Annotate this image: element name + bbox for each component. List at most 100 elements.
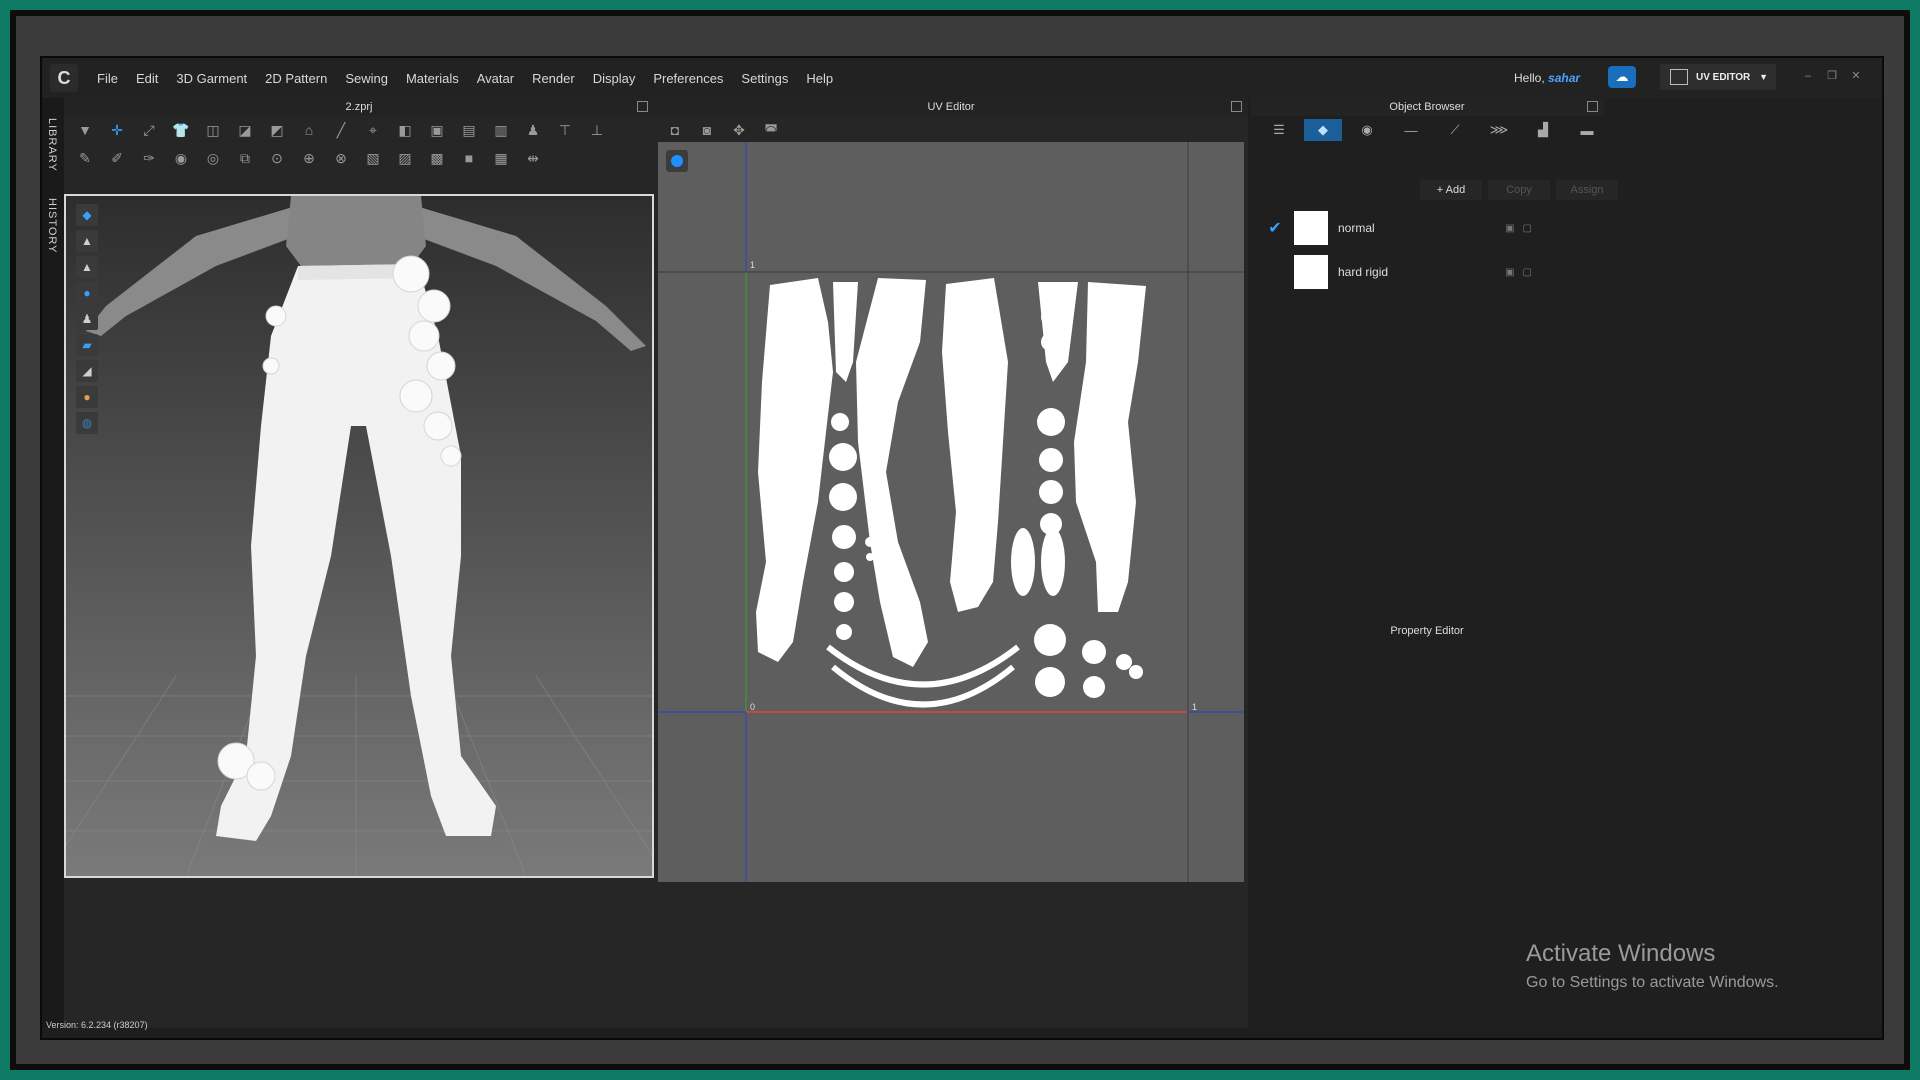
menu-avatar[interactable]: Avatar bbox=[468, 71, 523, 86]
fold-arrange-icon[interactable]: ◪ bbox=[232, 119, 258, 141]
fabric-tab-icon[interactable]: ◆ bbox=[1304, 119, 1342, 141]
zipper-tab-icon[interactable]: ⋙ bbox=[1480, 119, 1518, 141]
shirt-front-icon[interactable]: ⊤ bbox=[552, 119, 578, 141]
zipper-icon[interactable]: ⧉ bbox=[232, 147, 258, 169]
menu-display[interactable]: Display bbox=[584, 71, 645, 86]
add-button[interactable]: + Add bbox=[1420, 180, 1482, 200]
menu-help[interactable]: Help bbox=[797, 71, 842, 86]
uv-move-icon[interactable]: ✥ bbox=[726, 119, 752, 141]
align-icon[interactable]: ⇹ bbox=[520, 147, 546, 169]
user-name[interactable]: sahar bbox=[1548, 71, 1580, 85]
topstitch-icon[interactable]: ▨ bbox=[392, 147, 418, 169]
copy-button[interactable]: Copy bbox=[1488, 180, 1550, 200]
edit-brush-icon[interactable]: ✐ bbox=[104, 147, 130, 169]
material-row-normal[interactable]: ✔ normal ▣ ▢ bbox=[1260, 208, 1532, 248]
uv-select-icon[interactable]: ◙ bbox=[694, 119, 720, 141]
graphic-tab-icon[interactable]: ⟋ bbox=[1436, 119, 1474, 141]
fabric-icon[interactable]: ▩ bbox=[424, 147, 450, 169]
button-icon[interactable]: ◉ bbox=[168, 147, 194, 169]
uv-display-mode-icon[interactable] bbox=[666, 150, 688, 172]
buttonhole-icon[interactable]: ◎ bbox=[200, 147, 226, 169]
menu-materials[interactable]: Materials bbox=[397, 71, 468, 86]
garment-display-icon[interactable]: ◆ bbox=[76, 204, 98, 226]
avatar-pose-icon[interactable]: ● bbox=[76, 282, 98, 304]
menu-sewing[interactable]: Sewing bbox=[336, 71, 397, 86]
unfold-icon[interactable]: ◩ bbox=[264, 119, 290, 141]
topstitch-tab-icon[interactable]: — bbox=[1392, 119, 1430, 141]
trim-tab-icon[interactable]: ▟ bbox=[1524, 119, 1562, 141]
transform-pattern-icon[interactable]: ✛ bbox=[104, 119, 130, 141]
brush-icon[interactable]: ✎ bbox=[72, 147, 98, 169]
tack-icon[interactable]: ⌂ bbox=[296, 119, 322, 141]
avatar-edit-icon[interactable]: ◧ bbox=[392, 119, 418, 141]
menu-preferences[interactable]: Preferences bbox=[644, 71, 732, 86]
minimize-icon[interactable]: – bbox=[1802, 70, 1814, 82]
avatar-render bbox=[66, 196, 652, 876]
popout-icon[interactable] bbox=[637, 101, 648, 112]
texture-display-icon[interactable]: ▰ bbox=[76, 334, 98, 356]
uv-layout: 1 0 1 bbox=[658, 142, 1244, 882]
gradient-icon[interactable]: ▦ bbox=[488, 147, 514, 169]
menu-edit[interactable]: Edit bbox=[127, 71, 167, 86]
uv-snapshot-icon[interactable]: ◘ bbox=[662, 119, 688, 141]
shirt-back-icon[interactable]: ⊥ bbox=[584, 119, 610, 141]
environment-icon[interactable]: ◍ bbox=[76, 412, 98, 434]
material-row-icons: ▣ ▢ bbox=[1505, 267, 1532, 278]
popout-icon[interactable] bbox=[1587, 101, 1598, 112]
close-icon[interactable]: ✕ bbox=[1850, 70, 1862, 82]
avatar-icon[interactable]: ♟ bbox=[76, 308, 98, 330]
measure-tab-icon[interactable]: ▬ bbox=[1568, 119, 1606, 141]
restore-icon[interactable]: ❐ bbox=[1826, 70, 1838, 82]
mode-selector[interactable]: UV EDITOR ▼ bbox=[1660, 64, 1776, 90]
app-logo-icon[interactable]: C bbox=[50, 64, 78, 92]
uv-editor-mode-icon bbox=[1670, 69, 1688, 85]
3d-viewport[interactable]: ◆ ▲ ▲ ● ♟ ▰ ◢ ● ◍ bbox=[64, 194, 654, 878]
assign-button[interactable]: Assign bbox=[1556, 180, 1618, 200]
popout-icon[interactable] bbox=[1231, 101, 1242, 112]
cloud-icon[interactable]: ☁ bbox=[1608, 66, 1636, 88]
menu-2d-pattern[interactable]: 2D Pattern bbox=[256, 71, 336, 86]
clo3d-app: C File Edit 3D Garment 2D Pattern Sewing… bbox=[40, 56, 1884, 1040]
user-greeting: Hello, sahar bbox=[1514, 71, 1580, 85]
skin-icon[interactable]: ● bbox=[76, 386, 98, 408]
menu-render[interactable]: Render bbox=[523, 71, 584, 86]
edit-garment-icon[interactable]: ⤢ bbox=[136, 119, 162, 141]
texture-icon[interactable]: ⊗ bbox=[328, 147, 354, 169]
chevron-down-icon[interactable]: ▼ bbox=[1759, 72, 1768, 82]
delete-material-icon[interactable]: ▢ bbox=[1523, 223, 1532, 234]
trim-icon[interactable]: ⊙ bbox=[264, 147, 290, 169]
delete-material-icon[interactable]: ▢ bbox=[1523, 267, 1532, 278]
uv-toolbar: ◘ ◙ ✥ ◚ bbox=[654, 116, 1248, 144]
select-mesh-icon[interactable]: ▼ bbox=[72, 119, 98, 141]
uv-tick-right: 1 bbox=[1192, 702, 1197, 712]
puckering-icon[interactable]: ⊕ bbox=[296, 147, 322, 169]
layer-icon[interactable]: ▥ bbox=[488, 119, 514, 141]
uv-transform-icon[interactable]: ◚ bbox=[758, 119, 784, 141]
shirt-display-icon[interactable]: ▲ bbox=[76, 230, 98, 252]
smooth-brush-icon[interactable]: ✑ bbox=[136, 147, 162, 169]
graphic-icon[interactable]: ▧ bbox=[360, 147, 386, 169]
copy-material-icon[interactable]: ▣ bbox=[1505, 223, 1514, 234]
wireframe-icon[interactable]: ◢ bbox=[76, 360, 98, 382]
copy-material-icon[interactable]: ▣ bbox=[1505, 267, 1514, 278]
button-tab-icon[interactable]: ◉ bbox=[1348, 119, 1386, 141]
shirt-solid-icon[interactable]: ▲ bbox=[76, 256, 98, 278]
fill-icon[interactable]: ■ bbox=[456, 147, 482, 169]
menu-3d-garment[interactable]: 3D Garment bbox=[167, 71, 256, 86]
tab-library[interactable]: LIBRARY bbox=[46, 118, 58, 172]
fold-icon[interactable]: ◫ bbox=[200, 119, 226, 141]
pin-icon[interactable]: ⌖ bbox=[360, 119, 386, 141]
measure-icon[interactable]: ╱ bbox=[328, 119, 354, 141]
garment-fit-icon[interactable]: ▣ bbox=[424, 119, 450, 141]
list-view-icon[interactable]: ☰ bbox=[1260, 119, 1298, 141]
material-row-hard-rigid[interactable]: hard rigid ▣ ▢ bbox=[1260, 252, 1532, 292]
tab-history[interactable]: HISTORY bbox=[46, 198, 58, 254]
object-browser-title: Object Browser bbox=[1389, 101, 1465, 113]
menu-settings[interactable]: Settings bbox=[732, 71, 797, 86]
menu-file[interactable]: File bbox=[88, 71, 127, 86]
uv-canvas[interactable]: 1 0 1 bbox=[658, 142, 1244, 882]
person-icon[interactable]: ♟ bbox=[520, 119, 546, 141]
object-browser-tabs: ☰ ◆ ◉ — ⟋ ⋙ ▟ ▬ bbox=[1250, 116, 1882, 144]
arrange-icon[interactable]: ▤ bbox=[456, 119, 482, 141]
shirt-icon[interactable]: 👕 bbox=[168, 119, 194, 141]
